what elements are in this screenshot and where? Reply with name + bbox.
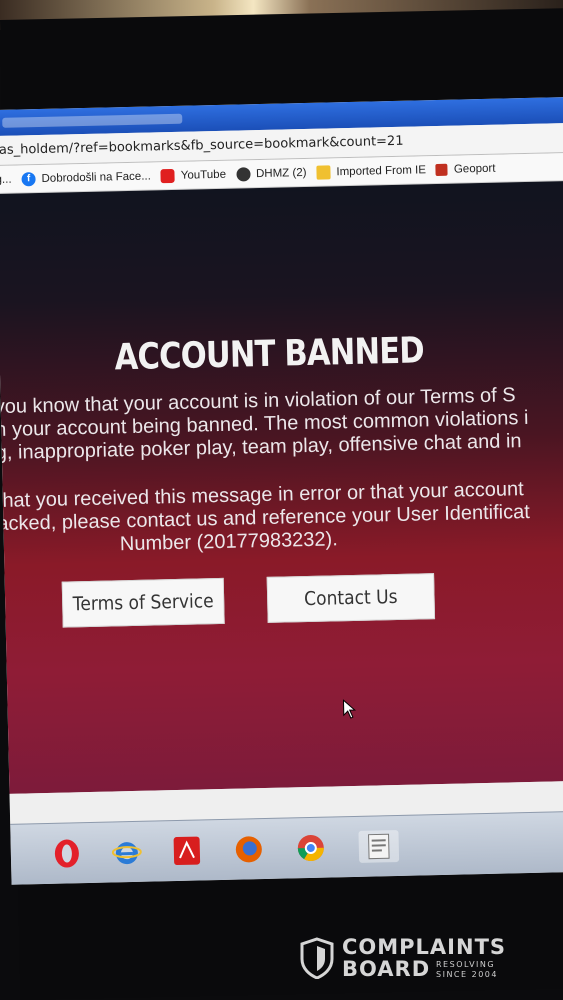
bookmark-label: Geoport [453, 162, 496, 176]
firefox-icon[interactable] [232, 833, 265, 866]
terms-of-service-button[interactable]: Terms of Service [61, 577, 225, 628]
ban-message-paragraph-2: that you received this message in error … [0, 476, 563, 559]
bookmark-label: g... [0, 173, 12, 186]
game-canvas: ACCOUNT BANNED you know that your accoun… [0, 180, 563, 794]
contact-us-button[interactable]: Contact Us [266, 573, 436, 623]
watermark-tagline-2: SINCE 2004 [436, 970, 498, 979]
url-text[interactable]: as_holdem/?ref=bookmarks&fb_source=bookm… [0, 134, 404, 158]
facebook-icon: f [21, 171, 36, 186]
dhmz-icon [235, 166, 251, 182]
watermark-tagline-1: RESOLVING [436, 960, 496, 969]
taskbar [10, 810, 563, 885]
bookmark-item-youtube[interactable]: YouTube [160, 167, 227, 183]
acrobat-icon[interactable] [170, 834, 203, 867]
geoportal-icon [435, 163, 449, 176]
watermark-tagline: RESOLVING SINCE 2004 [436, 960, 498, 980]
shield-logo-icon [300, 937, 334, 979]
bookmark-item-dhmz[interactable]: DHMZ (2) [235, 165, 307, 182]
bookmark-label: DHMZ (2) [255, 166, 307, 180]
bookmark-label: YouTube [180, 168, 227, 182]
bookmark-item-imported[interactable]: Imported From IE [316, 163, 427, 180]
chrome-icon[interactable] [294, 832, 327, 865]
bookmark-item-facebook[interactable]: f Dobrodošli na Face... [21, 169, 151, 186]
youtube-icon [160, 168, 175, 183]
internet-explorer-icon[interactable] [111, 836, 144, 869]
complaints-board-watermark: COMPLAINTS BOARD RESOLVING SINCE 2004 [300, 935, 520, 983]
window-title-blurred [2, 113, 183, 128]
page-title: ACCOUNT BANNED [114, 330, 425, 379]
word-icon[interactable] [358, 830, 400, 863]
bookmark-label: Imported From IE [336, 163, 427, 178]
ban-message-paragraph-1: you know that your account is in violati… [0, 382, 563, 465]
watermark-line-2: BOARD [342, 957, 431, 981]
watermark-line-1: COMPLAINTS [342, 935, 507, 959]
bookmark-label: Dobrodošli na Face... [41, 169, 151, 185]
bookmark-item-geoport[interactable]: Geoport [435, 162, 496, 176]
folder-icon [316, 164, 331, 180]
mouse-cursor-icon [342, 699, 357, 719]
bookmark-item[interactable]: g... [0, 173, 12, 185]
monitor-screen: as_holdem/?ref=bookmarks&fb_source=bookm… [0, 96, 563, 885]
opera-icon[interactable] [51, 837, 84, 870]
